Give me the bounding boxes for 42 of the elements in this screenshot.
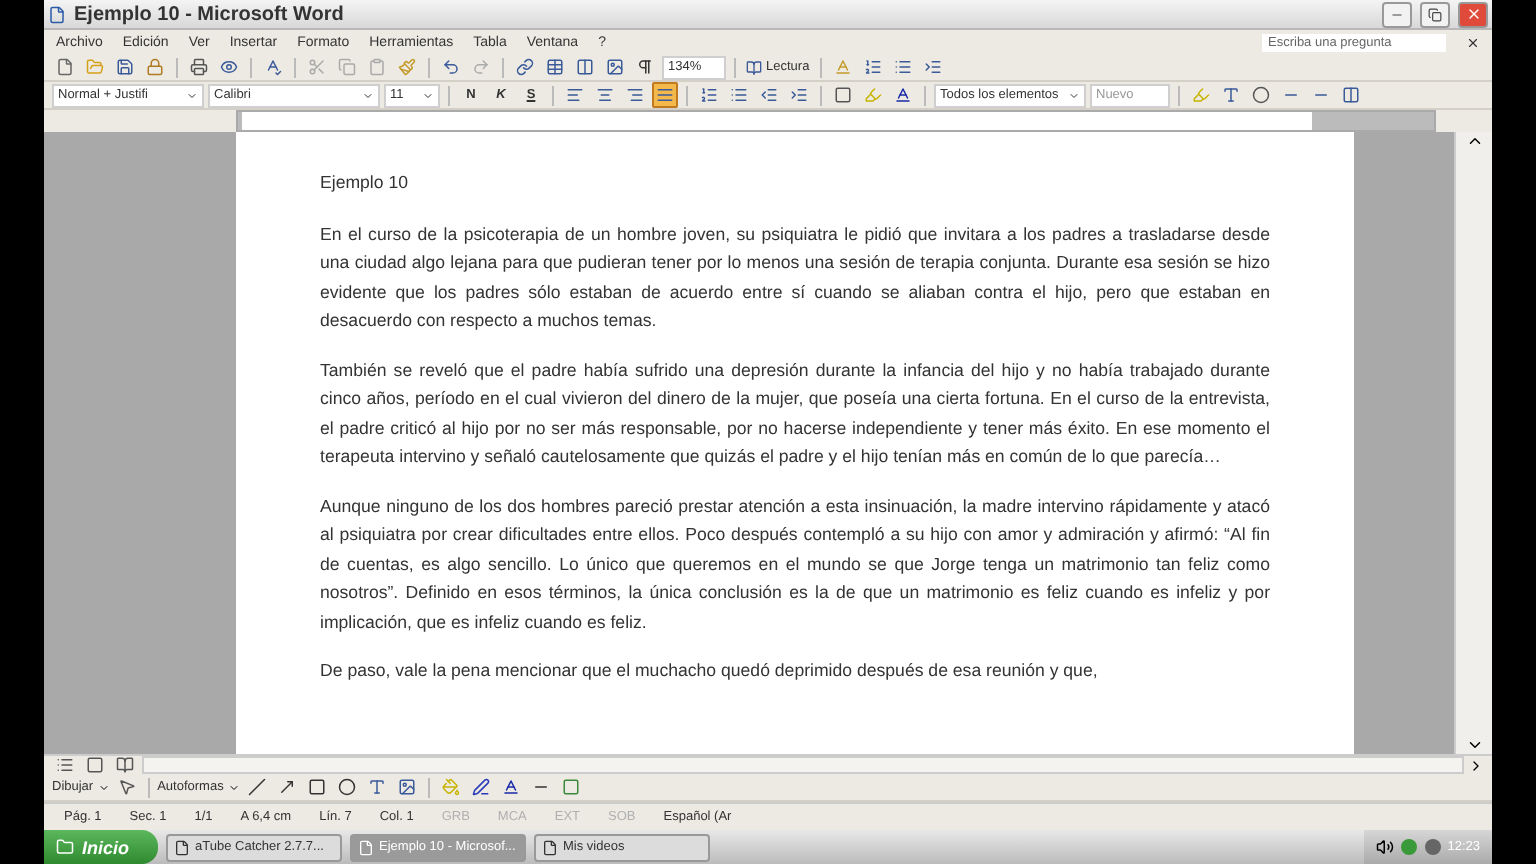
scroll-up-icon[interactable] <box>1465 132 1483 150</box>
circle-icon[interactable] <box>1423 838 1442 856</box>
speaker-icon[interactable] <box>1375 838 1394 856</box>
undo-icon[interactable] <box>438 54 464 80</box>
paragraph: También se reveló que el padre había sufrido una depresión durante la infancia del hijo y no había trabajado durante cinco años, período en el cual vivieron del dinero de la mujer, que poseía una cierta fortuna. En el curso de la entrevista, el padre criticó al hijo por no ser más responsable, por no hacerse independiente y tener más éxito. En ese momento el terapeuta intervino y señaló cautelosamente que quizás el padre y el hijo tenían más en común de lo que parecía… <box>320 357 1270 470</box>
window-title: Ejemplo 10 - Microsoft Word <box>74 3 346 25</box>
app-icon <box>541 839 558 855</box>
horizontal-scrollbar[interactable] <box>142 756 1464 774</box>
paragraph: En el curso de la psicoterapia de un hombre joven, su psiquiatra le pidió que invitara a los padres a trasladarse desde una ciudad algo lejana para que pudieran tener por lo menos una sesión de terapia conjunta. Durante esa sesión se hizo evidente que los padres sólo estaban de acuerdo entre sí cuando se aliaban contra el hijo, pero que estaban en desacuerdo con respecto a muchos temas. <box>320 221 1270 334</box>
lock-icon[interactable] <box>142 54 168 80</box>
new-document-icon[interactable] <box>52 54 78 80</box>
scroll-right-icon[interactable] <box>1468 757 1484 773</box>
line-icon[interactable] <box>243 774 270 800</box>
numbered-list-icon[interactable] <box>696 82 722 108</box>
paragraph: Aunque ninguno de los dos hombres pareció prestar atención a esta insinuación, la madre intervino rápidamente y atacó al psiquiatra por crear dificultades entre ellos. Poco después contempló a su hijo con amor y admiración y afirmó: “Al fin de cuentas, es algo sencillo. Lo único que queremos en el mundo se que Jorge tenga un matrimonio tan feliz como nosotros”. Definido en esos términos, la única conclusión es la de que un matrimonio es feliz cuando es infeliz y por implicación, que es infeliz cuando es feliz. <box>320 493 1270 636</box>
columns-icon[interactable] <box>572 54 598 80</box>
save-icon[interactable] <box>112 54 138 80</box>
close-document-icon[interactable] <box>1466 35 1480 49</box>
scroll-down-icon[interactable] <box>1465 736 1483 754</box>
close-icon <box>1465 6 1481 22</box>
vertical-scrollbar[interactable] <box>1454 132 1492 754</box>
document-heading: Ejemplo 10 <box>320 170 411 196</box>
reading-view-icon[interactable] <box>112 752 138 778</box>
columns-icon[interactable] <box>1338 82 1364 108</box>
font-color-icon[interactable] <box>890 82 916 108</box>
app-icon <box>173 839 190 855</box>
close-button[interactable] <box>1458 1 1488 27</box>
restore-button[interactable] <box>1420 1 1450 27</box>
oval-icon[interactable] <box>333 774 360 800</box>
link-icon[interactable] <box>512 54 538 80</box>
book-icon <box>746 59 762 75</box>
print-layout-icon[interactable] <box>82 752 108 778</box>
word-document-icon <box>48 5 66 23</box>
restore-icon <box>1428 7 1442 21</box>
border-icon[interactable] <box>830 82 856 108</box>
app-icon <box>357 839 374 855</box>
fill-color-icon[interactable] <box>437 774 464 800</box>
table-icon[interactable] <box>542 54 568 80</box>
paragraph: De paso, vale la pena mencionar que el muchacho quedó deprimido después de esa reunión y que, <box>320 658 1100 684</box>
line-color-icon[interactable] <box>467 774 494 800</box>
print-icon[interactable] <box>186 54 212 80</box>
justify-icon[interactable] <box>652 82 678 108</box>
